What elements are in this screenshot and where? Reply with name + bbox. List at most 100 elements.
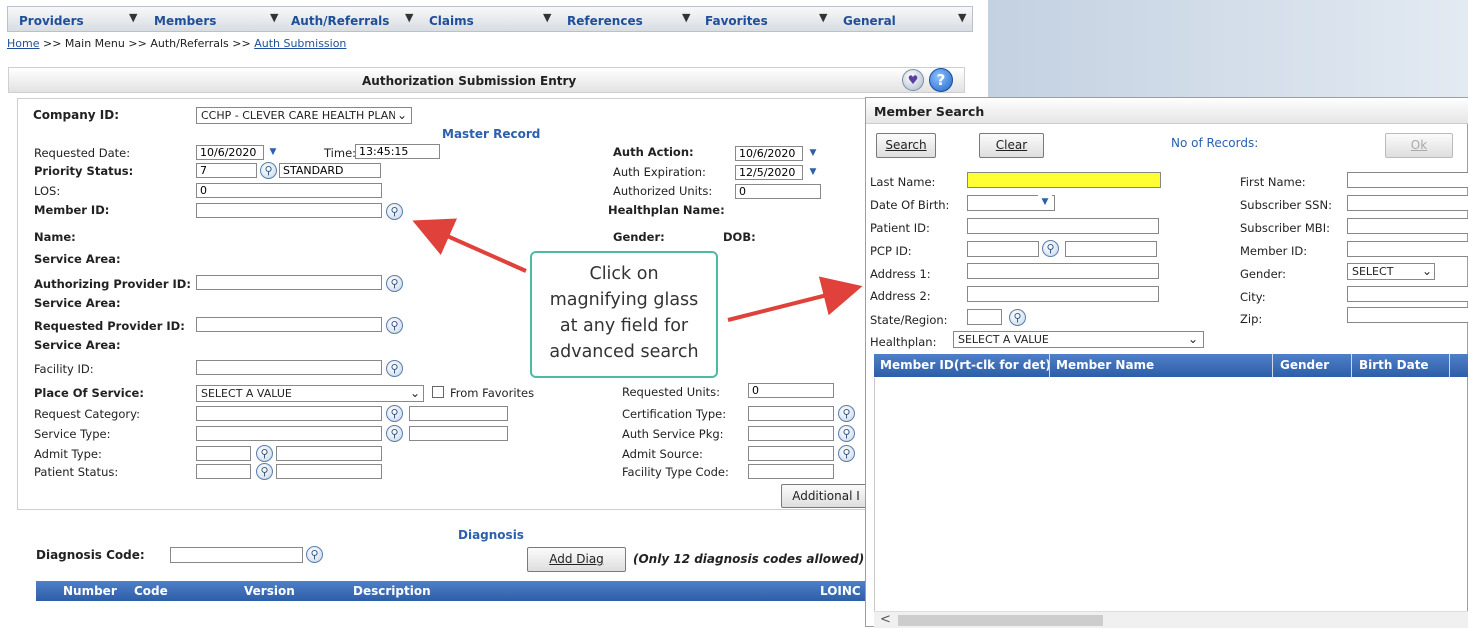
member-id-search-input[interactable] bbox=[1347, 241, 1468, 257]
requested-provider-input[interactable] bbox=[196, 317, 382, 332]
magnifying-glass-icon[interactable]: ⚲ bbox=[838, 425, 855, 442]
auth-action-input[interactable]: 10/6/2020 bbox=[735, 146, 803, 161]
admit-type-desc-input[interactable] bbox=[276, 446, 382, 461]
admit-type-input[interactable] bbox=[196, 446, 251, 461]
facility-type-code-input[interactable] bbox=[748, 464, 834, 479]
member-id-input[interactable] bbox=[196, 203, 382, 218]
authorized-units-input[interactable]: 0 bbox=[735, 184, 821, 199]
chevron-down-icon[interactable]: ⌄ bbox=[408, 386, 422, 401]
place-of-service-select[interactable]: SELECT A VALUE bbox=[196, 385, 424, 402]
chevron-down-icon[interactable]: ⌄ bbox=[395, 108, 409, 123]
time-input[interactable]: 13:45:15 bbox=[355, 144, 440, 159]
nav-item-general[interactable]: General bbox=[843, 14, 896, 28]
favorites-icon[interactable]: ♥ bbox=[902, 69, 924, 91]
chevron-down-icon[interactable]: ▼ bbox=[405, 11, 413, 24]
requested-units-input[interactable]: 0 bbox=[748, 383, 834, 398]
requested-date-input[interactable]: 10/6/2020 bbox=[196, 145, 264, 160]
calendar-dropdown-icon[interactable]: ▼ bbox=[806, 165, 820, 180]
from-favorites-checkbox[interactable] bbox=[432, 386, 444, 398]
help-icon[interactable]: ? bbox=[929, 68, 953, 92]
scrollbar-thumb[interactable] bbox=[898, 615, 1103, 626]
column-header[interactable]: Description bbox=[353, 584, 431, 598]
patient-status-input[interactable] bbox=[196, 464, 251, 479]
city-input[interactable] bbox=[1347, 286, 1468, 302]
magnifying-glass-icon[interactable]: ⚲ bbox=[386, 425, 403, 442]
subscriber-ssn-input[interactable] bbox=[1347, 195, 1468, 211]
magnifying-glass-icon[interactable]: ⚲ bbox=[386, 275, 403, 292]
search-button[interactable]: Search bbox=[876, 133, 936, 158]
clear-button[interactable]: Clear bbox=[979, 133, 1044, 158]
magnifying-glass-icon[interactable]: ⚲ bbox=[386, 203, 403, 220]
admit-source-input[interactable] bbox=[748, 446, 834, 461]
patient-status-desc-input[interactable] bbox=[276, 464, 382, 479]
chevron-down-icon[interactable]: ▼ bbox=[819, 11, 827, 24]
calendar-dropdown-icon[interactable]: ▼ bbox=[1038, 195, 1052, 210]
pcp-id-input[interactable] bbox=[967, 241, 1039, 257]
zip-input[interactable] bbox=[1347, 307, 1468, 323]
ok-button[interactable]: Ok bbox=[1385, 133, 1453, 158]
chevron-down-icon[interactable]: ▼ bbox=[958, 11, 966, 24]
nav-item-members[interactable]: Members bbox=[154, 14, 216, 28]
first-name-input[interactable] bbox=[1347, 172, 1468, 188]
address1-input[interactable] bbox=[967, 263, 1159, 279]
nav-item-claims[interactable]: Claims bbox=[429, 14, 474, 28]
auth-expiration-input[interactable]: 12/5/2020 bbox=[735, 165, 803, 180]
certification-type-input[interactable] bbox=[748, 406, 834, 421]
chevron-down-icon[interactable]: ▼ bbox=[682, 11, 690, 24]
magnifying-glass-icon[interactable]: ⚲ bbox=[256, 463, 273, 480]
auth-service-pkg-input[interactable] bbox=[748, 426, 834, 441]
calendar-dropdown-icon[interactable]: ▼ bbox=[266, 145, 280, 160]
chevron-down-icon[interactable]: ⌄ bbox=[1420, 264, 1434, 279]
los-input[interactable]: 0 bbox=[196, 183, 382, 198]
company-id-select[interactable]: CCHP - CLEVER CARE HEALTH PLAN bbox=[196, 107, 412, 124]
diagnosis-code-input[interactable] bbox=[170, 547, 303, 563]
magnifying-glass-icon[interactable]: ⚲ bbox=[306, 546, 323, 563]
priority-status-text-input[interactable]: STANDARD bbox=[279, 163, 381, 178]
magnifying-glass-icon[interactable]: ⚲ bbox=[386, 360, 403, 377]
last-name-input[interactable] bbox=[967, 172, 1161, 188]
healthplan-select[interactable]: SELECT A VALUE bbox=[953, 331, 1204, 348]
column-header[interactable]: Version bbox=[244, 584, 295, 598]
magnifying-glass-icon[interactable]: ⚲ bbox=[1042, 240, 1059, 257]
authorizing-provider-input[interactable] bbox=[196, 275, 382, 290]
calendar-dropdown-icon[interactable]: ▼ bbox=[806, 146, 820, 161]
patient-id-input[interactable] bbox=[967, 218, 1159, 234]
nav-item-auth-referrals[interactable]: Auth/Referrals bbox=[291, 14, 389, 28]
column-header[interactable]: Member ID(rt-clk for det) bbox=[880, 358, 1051, 372]
nav-item-favorites[interactable]: Favorites bbox=[705, 14, 768, 28]
breadcrumb-current[interactable]: Auth Submission bbox=[254, 37, 346, 50]
subscriber-mbi-input[interactable] bbox=[1347, 218, 1468, 234]
additional-info-button[interactable]: Additional I bbox=[781, 484, 871, 508]
chevron-down-icon[interactable]: ⌄ bbox=[1186, 332, 1200, 347]
horizontal-scrollbar[interactable]: < bbox=[874, 611, 1468, 628]
chevron-down-icon[interactable]: ▼ bbox=[270, 11, 278, 24]
column-header[interactable]: Code bbox=[134, 584, 168, 598]
column-header[interactable]: Gender bbox=[1280, 358, 1329, 372]
magnifying-glass-icon[interactable]: ⚲ bbox=[838, 405, 855, 422]
chevron-down-icon[interactable]: ▼ bbox=[129, 11, 137, 24]
service-type-input[interactable] bbox=[196, 426, 382, 441]
request-category-desc-input[interactable] bbox=[409, 406, 508, 421]
state-region-input[interactable] bbox=[967, 309, 1002, 325]
magnifying-glass-icon[interactable]: ⚲ bbox=[1009, 309, 1026, 326]
add-diag-button[interactable]: Add Diag bbox=[527, 547, 626, 572]
nav-item-providers[interactable]: Providers bbox=[19, 14, 84, 28]
nav-item-references[interactable]: References bbox=[567, 14, 643, 28]
chevron-down-icon[interactable]: ▼ bbox=[543, 11, 551, 24]
service-type-desc-input[interactable] bbox=[409, 426, 508, 441]
column-header[interactable]: Member Name bbox=[1056, 358, 1154, 372]
breadcrumb-home[interactable]: Home bbox=[7, 37, 39, 50]
magnifying-glass-icon[interactable]: ⚲ bbox=[386, 405, 403, 422]
magnifying-glass-icon[interactable]: ⚲ bbox=[256, 445, 273, 462]
request-category-input[interactable] bbox=[196, 406, 382, 421]
column-header[interactable]: Birth Date bbox=[1359, 358, 1429, 372]
magnifying-glass-icon[interactable]: ⚲ bbox=[838, 445, 855, 462]
pcp-name-input[interactable] bbox=[1065, 241, 1157, 257]
address2-input[interactable] bbox=[967, 286, 1159, 302]
magnifying-glass-icon[interactable]: ⚲ bbox=[260, 162, 277, 179]
magnifying-glass-icon[interactable]: ⚲ bbox=[386, 317, 403, 334]
priority-status-code-input[interactable]: 7 bbox=[196, 163, 257, 178]
facility-id-input[interactable] bbox=[196, 360, 382, 375]
scroll-left-icon[interactable]: < bbox=[880, 612, 891, 627]
column-header[interactable]: Number bbox=[63, 584, 117, 598]
